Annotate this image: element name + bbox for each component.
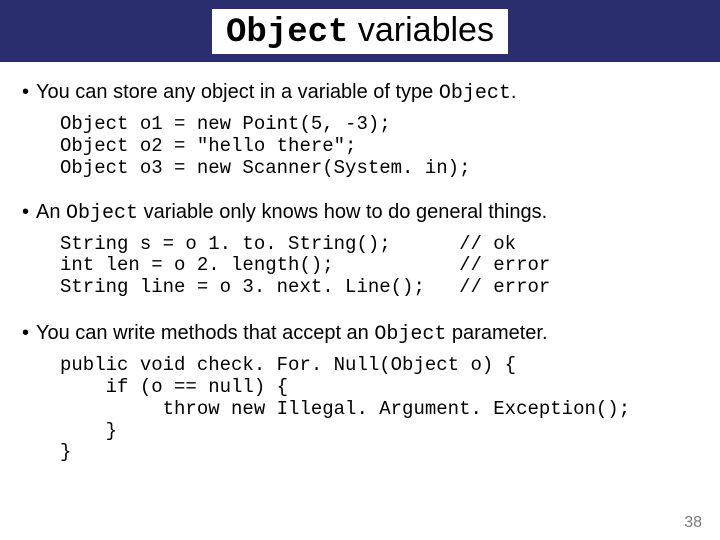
bullet-1-pre: You can store any object in a variable o… bbox=[36, 81, 439, 103]
bullet-3: •You can write methods that accept an Ob… bbox=[22, 321, 700, 347]
bullet-3-mono: Object bbox=[374, 323, 446, 346]
bullet-dot: • bbox=[22, 80, 36, 105]
page-number: 38 bbox=[684, 514, 702, 532]
bullet-2-pre: An bbox=[36, 201, 66, 223]
bullet-dot: • bbox=[22, 200, 36, 225]
code-block-3: public void check. For. Null(Object o) {… bbox=[60, 355, 700, 464]
title-mono: Object bbox=[226, 14, 348, 52]
bullet-2-post: variable only knows how to do general th… bbox=[138, 201, 547, 223]
bullet-dot: • bbox=[22, 321, 36, 346]
bullet-3-pre: You can write methods that accept an bbox=[36, 322, 374, 344]
code-block-2: String s = o 1. to. String(); // ok int … bbox=[60, 234, 700, 300]
slide-title: Object variables bbox=[212, 9, 508, 54]
bullet-3-post: parameter. bbox=[446, 322, 547, 344]
slide-content: •You can store any object in a variable … bbox=[0, 62, 720, 464]
bullet-2: •An Object variable only knows how to do… bbox=[22, 200, 700, 226]
title-bar: Object variables bbox=[0, 0, 720, 62]
title-rest: variables bbox=[348, 11, 494, 49]
bullet-1-mono: Object bbox=[439, 82, 511, 105]
bullet-1: •You can store any object in a variable … bbox=[22, 80, 700, 106]
bullet-2-mono: Object bbox=[66, 202, 138, 225]
bullet-1-post: . bbox=[511, 81, 517, 103]
code-block-1: Object o1 = new Point(5, -3); Object o2 … bbox=[60, 114, 700, 180]
